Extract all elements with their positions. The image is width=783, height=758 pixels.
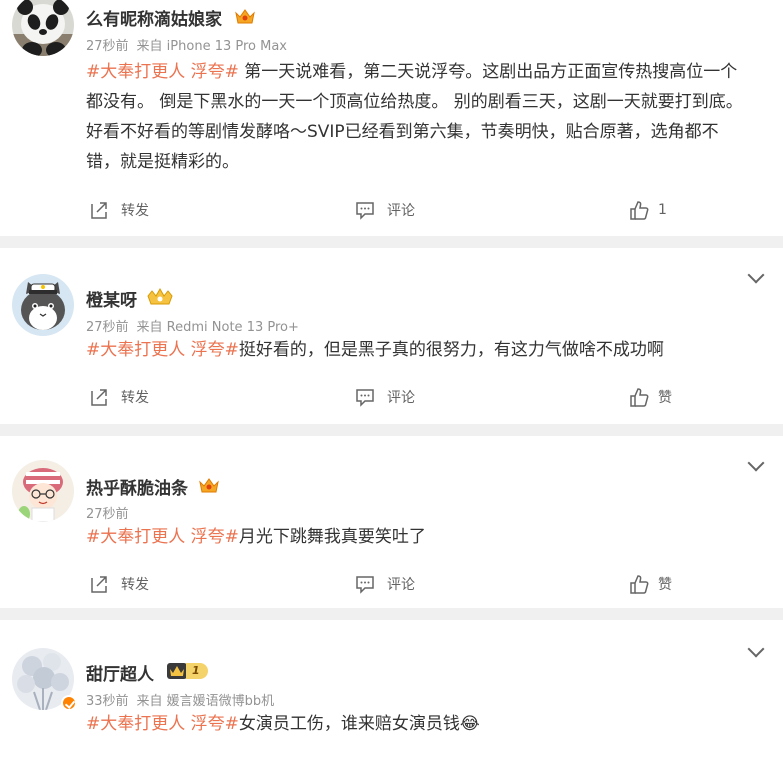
post-text-line: 好看不好看的等剧情发酵咯～SVIP已经看到第六集，节奏明快，贴合原著，选角都不 (86, 122, 719, 142)
username[interactable]: 么有昵称滴姑娘家 (86, 5, 222, 30)
repost-button[interactable]: 转发 (88, 386, 149, 408)
cartoon-girl-avatar-icon (12, 460, 74, 522)
post-source: 来自 iPhone 13 Pro Max (136, 39, 287, 54)
comment-icon (356, 202, 374, 220)
post-text-line: 错，就是挺精彩的。 (86, 152, 239, 172)
repost-label: 转发 (121, 577, 149, 593)
like-button[interactable]: 赞 (628, 573, 672, 595)
post-text-line: 第一天说难看，第二天说浮夸。这剧出品方正面宣传热搜高位一个 (238, 62, 738, 82)
post-meta: 27秒前 来自 iPhone 13 Pro Max (86, 35, 295, 54)
thumbs-up-icon (630, 388, 649, 407)
like-button[interactable]: 1 (628, 199, 667, 221)
comment-button[interactable]: 评论 (354, 386, 415, 408)
comment-label: 评论 (387, 577, 415, 593)
avatar[interactable] (12, 460, 74, 522)
vip-badge[interactable]: 1 (166, 661, 208, 681)
feed-post: 橙某呀 27秒前 来自 Redmi Note 13 Pro+ #大奉打更人 浮夸#… (0, 248, 783, 424)
like-button[interactable]: 赞 (628, 386, 672, 408)
like-label: 赞 (658, 390, 672, 406)
repost-label: 转发 (121, 203, 149, 219)
repost-icon (91, 202, 107, 219)
crown-badge-icon[interactable] (233, 6, 257, 26)
comment-button[interactable]: 评论 (354, 573, 415, 595)
post-time[interactable]: 27秒前 (86, 39, 129, 54)
username[interactable]: 甜厅超人 (86, 660, 154, 685)
like-label: 赞 (658, 577, 672, 593)
thumbs-up-icon (630, 575, 649, 594)
post-meta: 27秒前 来自 Redmi Note 13 Pro+ (86, 316, 307, 335)
repost-button[interactable]: 转发 (88, 573, 149, 595)
comment-label: 评论 (387, 203, 415, 219)
post-time[interactable]: 27秒前 (86, 320, 129, 335)
post-text: #大奉打更人 浮夸#挺好看的，但是黑子真的很努力，有这力气做啥不成功啊 (86, 335, 756, 365)
avatar[interactable] (12, 0, 74, 56)
repost-button[interactable]: 转发 (88, 199, 149, 221)
topic-link[interactable]: #大奉打更人 浮夸# (86, 527, 239, 547)
crown-icon (167, 663, 187, 679)
username[interactable]: 橙某呀 (86, 286, 137, 311)
avatar[interactable] (12, 274, 74, 336)
thumbs-up-icon (630, 201, 649, 220)
comment-label: 评论 (387, 390, 415, 406)
topic-link[interactable]: #大奉打更人 浮夸# (86, 62, 239, 82)
like-count: 1 (658, 202, 667, 218)
repost-icon (91, 576, 107, 593)
chevron-down-icon[interactable] (747, 268, 765, 286)
post-source: 来自 媛言媛语微博bb机 (136, 694, 275, 709)
comment-button[interactable]: 评论 (354, 199, 415, 221)
crown-badge-icon[interactable] (146, 287, 174, 307)
panda-avatar-icon (12, 0, 74, 56)
crown-badge-icon[interactable] (197, 475, 221, 495)
topic-link[interactable]: #大奉打更人 浮夸# (86, 714, 239, 734)
comment-icon (356, 576, 374, 594)
comment-icon (356, 389, 374, 407)
post-meta: 33秒前 来自 媛言媛语微博bb机 (86, 690, 282, 709)
feed-post: 么有昵称滴姑娘家 27秒前 来自 iPhone 13 Pro Max #大奉打更人… (0, 0, 783, 236)
post-text-line: 挺好看的，但是黑子真的很努力，有这力气做啥不成功啊 (238, 340, 664, 360)
vip-level: 1 (186, 663, 208, 679)
chevron-down-icon[interactable] (747, 456, 765, 474)
repost-label: 转发 (121, 390, 149, 406)
chevron-down-icon[interactable] (747, 642, 765, 660)
post-meta: 27秒前 (86, 503, 137, 522)
feed-post: 热乎酥脆油条 27秒前 #大奉打更人 浮夸#月光下跳舞我真要笑吐了 转发 评论 … (0, 436, 783, 608)
post-text-line: 女演员工伤，谁来赔女演员钱😂 (238, 714, 480, 734)
topic-link[interactable]: #大奉打更人 浮夸# (86, 340, 239, 360)
post-text: #大奉打更人 浮夸# 第一天说难看，第二天说浮夸。这剧出品方正面宣传热搜高位一个… (86, 57, 756, 177)
post-time[interactable]: 27秒前 (86, 507, 129, 522)
post-time[interactable]: 33秒前 (86, 694, 129, 709)
post-text: #大奉打更人 浮夸#月光下跳舞我真要笑吐了 (86, 522, 756, 552)
post-source: 来自 Redmi Note 13 Pro+ (136, 320, 299, 335)
verified-badge-icon (61, 695, 77, 711)
cat-with-cap-avatar-icon (12, 274, 74, 336)
repost-icon (91, 389, 107, 406)
username[interactable]: 热乎酥脆油条 (86, 474, 188, 499)
post-text-line: 都没有。 倒是下黑水的一天一个顶高位给热度。 别的剧看三天，这剧一天就要打到底。 (86, 92, 743, 112)
post-text: #大奉打更人 浮夸#女演员工伤，谁来赔女演员钱😂 (86, 709, 756, 739)
post-text-line: 月光下跳舞我真要笑吐了 (238, 527, 426, 547)
feed-post: 甜厅超人 1 33秒前 来自 媛言媛语微博bb机 #大奉打更人 浮夸#女演员工伤，… (0, 620, 783, 758)
